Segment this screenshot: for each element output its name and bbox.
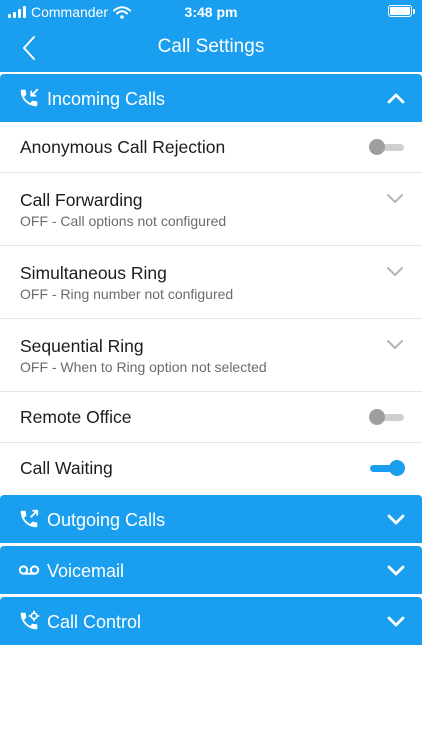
chevron-down-icon xyxy=(387,340,403,349)
chevron-down-icon xyxy=(387,565,405,576)
anonymous-call-rejection-toggle[interactable] xyxy=(369,137,405,157)
remote-office-toggle[interactable] xyxy=(369,407,405,427)
page-title: Call Settings xyxy=(157,36,265,57)
section-header-outgoing-calls[interactable]: Outgoing Calls xyxy=(0,495,422,543)
voicemail-icon xyxy=(18,565,40,575)
setting-row-remote-office: Remote Office xyxy=(0,392,422,443)
setting-subtitle: OFF - Call options not configured xyxy=(20,213,227,229)
incoming-call-icon xyxy=(20,88,39,107)
section-header-call-control[interactable]: Call Control xyxy=(0,597,422,645)
setting-subtitle: OFF - When to Ring option not selected xyxy=(20,359,267,375)
outgoing-call-icon xyxy=(20,509,39,528)
chevron-down-icon xyxy=(387,616,405,627)
setting-title: Remote Office xyxy=(20,407,132,427)
setting-title: Call Waiting xyxy=(20,458,113,478)
setting-title: Simultaneous Ring xyxy=(20,263,167,283)
settings-list: Incoming Calls Anonymous Call Rejection … xyxy=(0,72,422,750)
setting-row-simultaneous-ring[interactable]: Simultaneous Ring OFF - Ring number not … xyxy=(0,246,422,319)
chevron-down-icon xyxy=(387,267,403,276)
section-label-voicemail: Voicemail xyxy=(47,561,125,581)
setting-row-call-waiting: Call Waiting xyxy=(0,443,422,494)
setting-subtitle: OFF - Ring number not configured xyxy=(20,286,234,302)
nav-bar: Call Settings xyxy=(0,24,422,72)
setting-title: Call Forwarding xyxy=(20,190,143,210)
setting-row-call-forwarding[interactable]: Call Forwarding OFF - Call options not c… xyxy=(0,173,422,246)
chevron-up-icon xyxy=(387,93,405,104)
setting-title: Anonymous Call Rejection xyxy=(20,137,226,157)
call-control-icon xyxy=(20,610,40,630)
section-label-incoming-calls: Incoming Calls xyxy=(47,89,166,109)
chevron-down-icon xyxy=(387,194,403,203)
section-header-voicemail[interactable]: Voicemail xyxy=(0,546,422,594)
section-label-outgoing-calls: Outgoing Calls xyxy=(47,510,166,530)
chevron-down-icon xyxy=(387,514,405,525)
call-waiting-toggle[interactable] xyxy=(369,458,405,478)
status-time: 3:48 pm xyxy=(184,4,238,20)
section-label-call-control: Call Control xyxy=(47,612,142,632)
section-header-incoming-calls[interactable]: Incoming Calls xyxy=(0,74,422,122)
setting-title: Sequential Ring xyxy=(20,336,144,356)
battery-icon xyxy=(388,5,415,17)
status-bar: Commander 3:48 pm xyxy=(0,0,422,24)
setting-row-sequential-ring[interactable]: Sequential Ring OFF - When to Ring optio… xyxy=(0,319,422,392)
setting-row-anonymous-call-rejection: Anonymous Call Rejection xyxy=(0,122,422,173)
